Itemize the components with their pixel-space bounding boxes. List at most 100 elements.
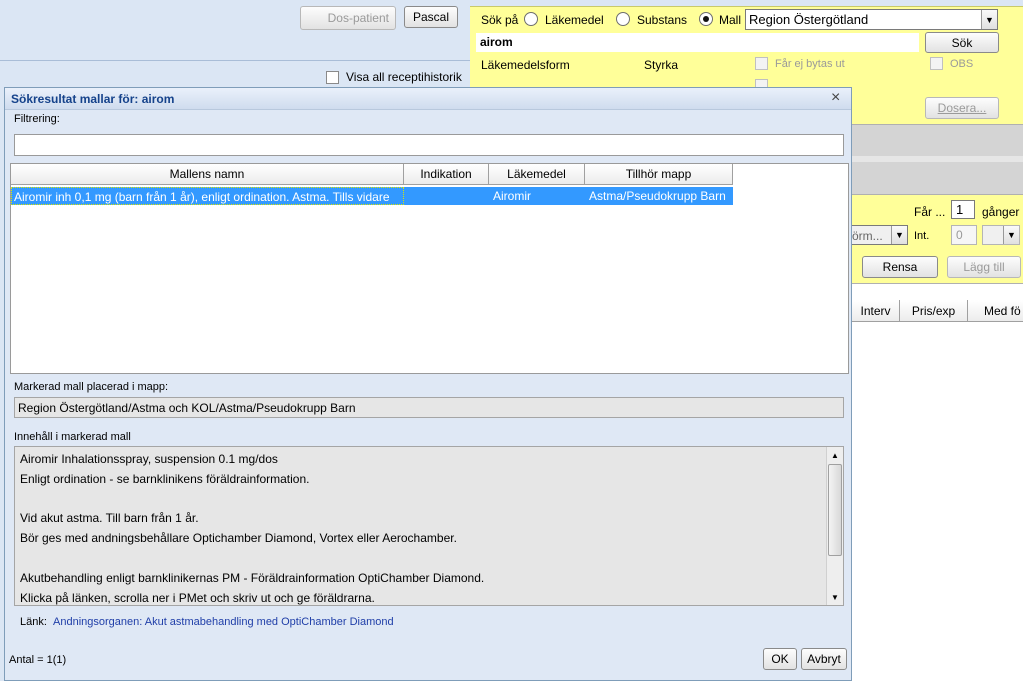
rensa-button[interactable]: Rensa (862, 256, 938, 278)
close-icon[interactable]: × (831, 89, 840, 107)
radio-substans-label: Substans (637, 13, 688, 27)
pascal-button[interactable]: Pascal (404, 6, 458, 28)
cell-indikation (404, 187, 489, 205)
radio-lakemedel-label: Läkemedel (545, 13, 604, 27)
header-lakemedel[interactable]: Läkemedel (489, 164, 585, 185)
header-indikation[interactable]: Indikation (404, 164, 489, 185)
dialog-title: Sökresultat mallar för: airom (11, 92, 175, 106)
radio-mall[interactable] (699, 12, 713, 26)
col-styrka: Styrka (644, 58, 679, 72)
content-area[interactable]: Airomir Inhalationsspray, suspension 0.1… (14, 446, 844, 606)
content-line: Bör ges med andningsbehållare Optichambe… (20, 531, 457, 546)
search-input[interactable]: airom (476, 33, 919, 52)
right-table-header: Interv Pris/exp Med fö (852, 300, 1023, 322)
results-table: Mallens namn Indikation Läkemedel Tillhö… (10, 163, 849, 374)
right-table-header-pris[interactable]: Pris/exp (900, 300, 968, 322)
header-label: Läkemedel (507, 167, 566, 181)
cell-mallens-namn: Airomir inh 0,1 mg (barn från 1 år), enl… (11, 187, 404, 205)
lagg-till-button[interactable]: Lägg till (947, 256, 1021, 278)
obs-label: OBS (950, 58, 974, 70)
cell-tillhor-mapp: Astma/Pseudokrupp Barn (589, 189, 726, 203)
sok-pa-label: Sök på (481, 13, 519, 27)
cell-lakemedel: Airomir (493, 189, 531, 203)
far-label: Får ... (914, 205, 946, 219)
far-ej-bytas-label: Får ej bytas ut (775, 58, 845, 70)
template-select-value: Region Östergötland (749, 12, 869, 27)
cancel-label: Avbryt (807, 652, 841, 666)
scroll-thumb[interactable] (828, 464, 842, 556)
content-text: Airomir Inhalationsspray, suspension 0.1… (20, 450, 820, 605)
form-select[interactable]: örm... ▼ (852, 225, 908, 245)
content-label: Innehåll i markerad mall (14, 431, 131, 443)
visa-all-label: Visa all receptihistorik (346, 70, 462, 84)
far-input[interactable]: 1 (951, 200, 975, 219)
content-scrollbar[interactable]: ▲ ▼ (826, 447, 843, 605)
dialog-title-bar: Sökresultat mallar för: airom × (5, 88, 851, 110)
int-input[interactable]: 0 (951, 225, 977, 245)
rensa-label: Rensa (882, 260, 918, 274)
folder-label: Markerad mall placerad i mapp: (14, 381, 169, 393)
template-link[interactable]: Andningsorganen: Akut astmabehandling me… (53, 616, 394, 628)
right-table-header-label: Interv (860, 303, 891, 318)
pascal-label: Pascal (412, 10, 450, 24)
content-line: Akutbehandling enligt barnklinikernas PM… (20, 570, 485, 585)
content-line: Klicka på länken, scrolla ner i PMet och… (20, 590, 375, 605)
search-input-value: airom (480, 35, 513, 49)
right-table-header-med[interactable]: Med fö (968, 300, 1023, 322)
background-divider (0, 60, 470, 61)
header-label: Mallens namn (169, 167, 245, 181)
filter-input[interactable] (14, 134, 844, 156)
dosera-label: Dosera... (937, 101, 987, 115)
chevron-down-icon[interactable]: ▼ (1003, 226, 1019, 244)
visa-all-checkbox[interactable] (326, 71, 339, 84)
scroll-up-icon[interactable]: ▲ (827, 447, 843, 463)
right-band-1 (852, 124, 1023, 156)
right-table-header-label: Med fö (984, 303, 1021, 318)
radio-mall-label: Mall (719, 13, 742, 27)
results-table-header: Mallens namn Indikation Läkemedel Tillhö… (11, 164, 848, 185)
radio-substans[interactable] (616, 12, 630, 26)
dosera-button[interactable]: Dosera... (925, 97, 999, 119)
template-select[interactable]: Region Östergötland ▼ (745, 9, 998, 30)
int-label: Int. (914, 230, 930, 242)
count-label: Antal = 1(1) (9, 654, 67, 666)
sok-button[interactable]: Sök (925, 32, 999, 53)
form-select-value: örm... (852, 229, 883, 243)
content-line: Airomir Inhalationsspray, suspension 0.1… (20, 452, 278, 466)
radio-lakemedel[interactable] (524, 12, 538, 26)
scroll-down-icon[interactable]: ▼ (827, 589, 843, 605)
int-unit-select[interactable]: ▼ (982, 225, 1020, 245)
header-tillhor-mapp[interactable]: Tillhör mapp (585, 164, 733, 185)
dos-patient-label: Dos-patient (327, 11, 389, 25)
folder-value: Region Östergötland/Astma och KOL/Astma/… (18, 401, 356, 415)
right-table-header-interv[interactable]: Interv (852, 300, 900, 322)
header-label: Indikation (420, 167, 472, 181)
chevron-down-icon[interactable]: ▼ (891, 226, 907, 244)
table-row[interactable]: Airomir inh 0,1 mg (barn från 1 år), enl… (11, 187, 733, 205)
obs-checkbox[interactable] (930, 57, 943, 70)
link-label: Länk: (20, 616, 47, 628)
folder-field: Region Östergötland/Astma och KOL/Astma/… (14, 397, 844, 418)
chevron-down-icon[interactable]: ▼ (981, 10, 997, 29)
dos-patient-button[interactable]: Dos-patient (300, 6, 396, 30)
header-mallens-namn[interactable]: Mallens namn (11, 164, 404, 185)
content-line (20, 549, 820, 569)
far-value: 1 (956, 202, 964, 217)
ganger-label: gånger (982, 205, 1020, 219)
right-table (852, 283, 1023, 681)
right-band-3 (852, 162, 1023, 195)
far-ej-bytas-checkbox[interactable] (755, 57, 768, 70)
filter-label: Filtrering: (14, 113, 60, 125)
cancel-button[interactable]: Avbryt (801, 648, 847, 670)
header-label: Tillhör mapp (625, 167, 692, 181)
content-line (20, 490, 820, 510)
ok-button[interactable]: OK (763, 648, 797, 670)
background-left-panel (0, 0, 470, 60)
content-line: Enligt ordination - se barnklinikens för… (20, 471, 310, 486)
ok-label: OK (771, 652, 789, 666)
right-table-header-label: Pris/exp (911, 303, 956, 318)
int-value: 0 (956, 228, 963, 242)
col-lakemedelsform: Läkemedelsform (481, 58, 570, 72)
sok-label: Sök (951, 35, 973, 50)
search-results-dialog: Sökresultat mallar för: airom × Filtreri… (4, 87, 852, 681)
